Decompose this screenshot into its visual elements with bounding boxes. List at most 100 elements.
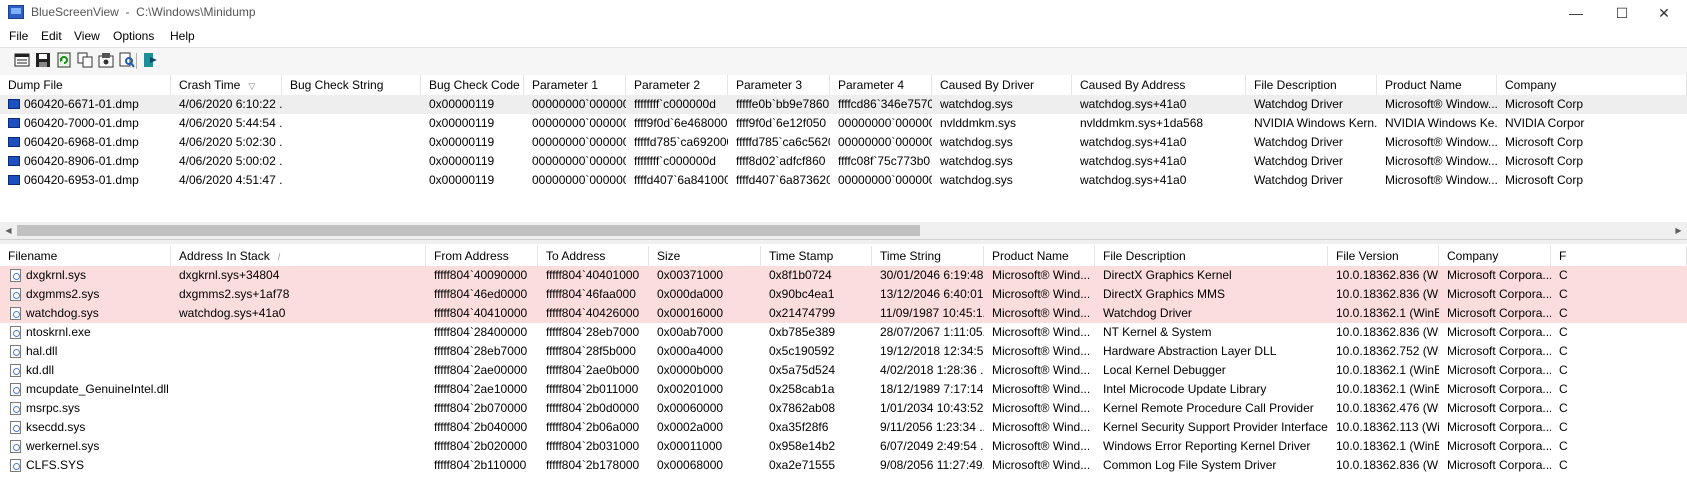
properties-icon[interactable] [14, 52, 30, 68]
dump-cell: Microsoft Corp [1497, 152, 1687, 171]
col-size[interactable]: Size [649, 246, 761, 266]
dump-cell: watchdog.sys [932, 152, 1072, 171]
driver-cell: C [1551, 361, 1687, 380]
col-bug-check-code[interactable]: Bug Check Code [421, 75, 524, 95]
driver-row[interactable]: ksecdd.sys fffff804`2b040000 fffff804`2b06… [0, 418, 1687, 437]
col-bug-check-string[interactable]: Bug Check String [282, 75, 421, 95]
driver-cell: 10.0.18362.1 (WinB... [1328, 380, 1439, 399]
scroll-left-arrow[interactable]: ◀ [0, 222, 17, 239]
col-dump-file[interactable]: Dump File [0, 75, 171, 95]
col-file-description[interactable]: File Description [1246, 75, 1377, 95]
driver-row[interactable]: CLFS.SYS fffff804`2b110000 fffff804`2b1780… [0, 456, 1687, 475]
col-file-description[interactable]: File Description [1095, 246, 1328, 266]
dump-row[interactable]: 060420-7000-01.dmp 4/06/2020 5:44:54 ... 0… [0, 114, 1687, 133]
minimize-button[interactable]: — [1553, 0, 1599, 26]
dump-row[interactable]: 060420-6968-01.dmp 4/06/2020 5:02:30 ... 0… [0, 133, 1687, 152]
driver-cell: Microsoft Corpora... [1439, 361, 1551, 380]
cell-text: 0x5c190592 [769, 344, 835, 358]
driver-cell: 4/02/2018 1:28:36 ... [872, 361, 984, 380]
cell-text: Microsoft Corpora... [1447, 268, 1551, 282]
driver-row[interactable]: ntoskrnl.exe fffff804`28400000 fffff804`28… [0, 323, 1687, 342]
scrollbar-thumb[interactable] [17, 225, 920, 236]
driver-cell: Intel Microcode Update Library [1095, 380, 1328, 399]
driver-cell: 0x958e14b2 [761, 437, 872, 456]
col-caused-by-address[interactable]: Caused By Address [1072, 75, 1246, 95]
maximize-button[interactable]: ☐ [1599, 0, 1645, 26]
cell-text: 0x00011000 [657, 439, 723, 453]
menu-file[interactable]: File [9, 29, 28, 43]
menu-view[interactable]: View [74, 29, 100, 43]
driver-cell: C [1551, 266, 1687, 285]
cell-text: Common Log File System Driver [1103, 458, 1277, 472]
driver-row[interactable]: msrpc.sys fffff804`2b070000 fffff804`2b0d0… [0, 399, 1687, 418]
col-time-stamp[interactable]: Time Stamp [761, 246, 872, 266]
save-icon[interactable] [35, 52, 51, 68]
close-button[interactable]: ✕ [1641, 0, 1687, 26]
driver-cell: 0x00016000 [649, 304, 761, 323]
dump-file-icon [8, 118, 20, 128]
menu-edit[interactable]: Edit [41, 29, 62, 43]
driver-row[interactable]: hal.dll fffff804`28eb7000 fffff804`28f5b00… [0, 342, 1687, 361]
driver-row[interactable]: dxgmms2.sys dxgmms2.sys+1af78 fffff804`46e… [0, 285, 1687, 304]
cell-text: Microsoft® Wind... [992, 382, 1091, 396]
cell-text: Microsoft® Wind... [992, 401, 1091, 415]
dump-row[interactable]: 060420-8906-01.dmp 4/06/2020 5:00:02 ... 0… [0, 152, 1687, 171]
find-icon[interactable] [119, 52, 135, 68]
cell-text: Microsoft Corpora... [1447, 382, 1551, 396]
driver-row[interactable]: kd.dll fffff804`2ae00000 fffff804`2ae0b000… [0, 361, 1687, 380]
cell-text: fffff804`2ae10000 [434, 382, 528, 396]
driver-row[interactable]: watchdog.sys watchdog.sys+41a0 fffff804`40… [0, 304, 1687, 323]
dump-cell: Watchdog Driver [1246, 95, 1377, 114]
col-address-in-stack[interactable]: Address In Stack / [171, 246, 426, 266]
col-time-string[interactable]: Time String [872, 246, 984, 266]
col-from-address[interactable]: From Address [426, 246, 538, 266]
pane-splitter[interactable] [0, 239, 1687, 244]
driver-cell: 0x8f1b0724 [761, 266, 872, 285]
menu-options[interactable]: Options [113, 29, 154, 43]
dump-row[interactable]: 060420-6953-01.dmp 4/06/2020 4:51:47 ... 0… [0, 171, 1687, 190]
col-crash-time[interactable]: Crash Time ▽ [171, 75, 282, 95]
menu-bar: File Edit View Options Help [0, 26, 1687, 46]
dump-cell: Watchdog Driver [1246, 133, 1377, 152]
col-product-name[interactable]: Product Name [984, 246, 1095, 266]
col-filename[interactable]: Filename [0, 246, 171, 266]
cell-text: ffffffff`c000000d [634, 97, 716, 111]
dump-file-icon [8, 156, 20, 166]
driver-row[interactable]: werkernel.sys fffff804`2b020000 fffff804`2… [0, 437, 1687, 456]
driver-row[interactable]: dxgkrnl.sys dxgkrnl.sys+34804 fffff804`400… [0, 266, 1687, 285]
dump-cell: NVIDIA Windows Kern... [1246, 114, 1377, 133]
advanced-options-icon[interactable] [98, 52, 114, 68]
driver-row[interactable]: mcupdate_GenuineIntel.dll fffff804`2ae100… [0, 380, 1687, 399]
dump-cell: 00000000`000000... [524, 133, 626, 152]
col-company[interactable]: Company [1439, 246, 1551, 266]
menu-help[interactable]: Help [170, 29, 195, 43]
col-parameter-2[interactable]: Parameter 2 [626, 75, 728, 95]
cell-text: 10.0.18362.1 (WinB... [1336, 306, 1439, 320]
scroll-right-arrow[interactable]: ▶ [1670, 222, 1687, 239]
driver-cell [171, 323, 426, 342]
col-f[interactable]: F [1551, 246, 1687, 266]
driver-cell: Hardware Abstraction Layer DLL [1095, 342, 1328, 361]
dump-cell [282, 133, 421, 152]
dump-cell: ffffffff`c000000d [626, 95, 728, 114]
col-company[interactable]: Company [1497, 75, 1687, 95]
cell-text: fffff804`46ed0000 [434, 287, 528, 301]
driver-cell: 0x00371000 [649, 266, 761, 285]
cell-text: NVIDIA Windows Kern... [1254, 116, 1377, 130]
col-to-address[interactable]: To Address [538, 246, 649, 266]
horizontal-scrollbar[interactable]: ◀ ▶ [0, 222, 1687, 239]
copy-icon[interactable] [77, 52, 93, 68]
col-file-version[interactable]: File Version [1328, 246, 1439, 266]
col-parameter-3[interactable]: Parameter 3 [728, 75, 830, 95]
cell-text: fffff804`40426000 [546, 306, 640, 320]
col-product-name[interactable]: Product Name [1377, 75, 1497, 95]
dump-cell [282, 152, 421, 171]
col-parameter-1[interactable]: Parameter 1 [524, 75, 626, 95]
col-parameter-4[interactable]: Parameter 4 [830, 75, 932, 95]
col-caused-by-driver[interactable]: Caused By Driver [932, 75, 1072, 95]
refresh-icon[interactable] [56, 52, 72, 68]
driver-cell: Local Kernel Debugger [1095, 361, 1328, 380]
dump-row[interactable]: 060420-6671-01.dmp 4/06/2020 6:10:22 ... 0… [0, 95, 1687, 114]
exit-icon[interactable] [142, 52, 158, 68]
dump-cell: nvlddmkm.sys+1da568 [1072, 114, 1246, 133]
